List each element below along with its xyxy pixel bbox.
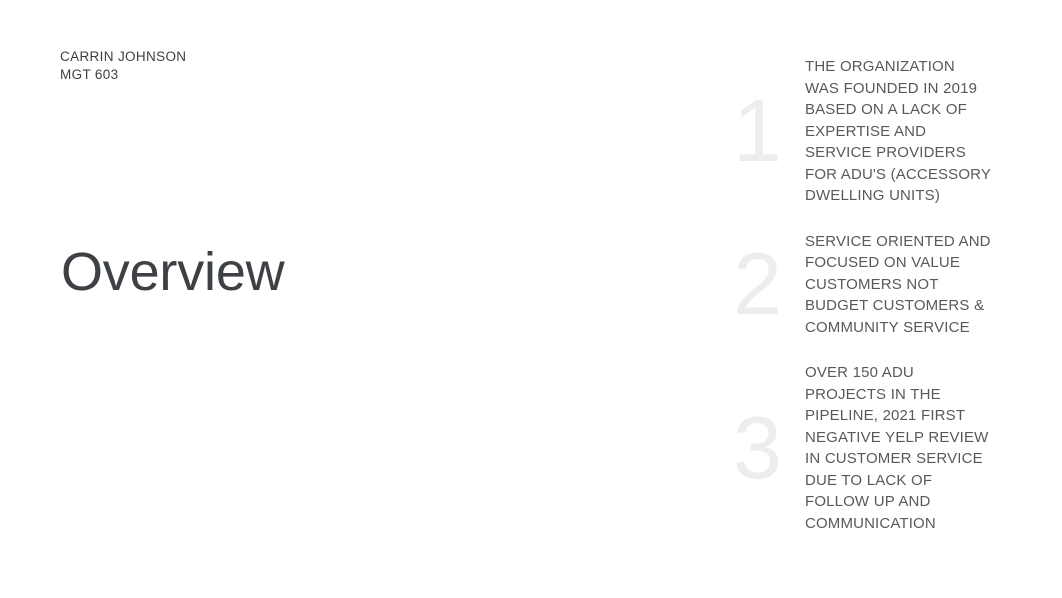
point-number-2: 2 — [733, 234, 782, 334]
point-number-3: 3 — [733, 398, 782, 497]
point-number-1: 1 — [733, 81, 782, 181]
byline-course-code: MGT 603 — [60, 66, 119, 82]
page-title: Overview — [61, 242, 285, 302]
slide-left-column: CARRIN JOHNSON MGT 603 Overview — [60, 48, 700, 548]
point-text-1: THE ORGANIZATION WAS FOUNDED IN 2019 BAS… — [805, 58, 991, 204]
author-byline: CARRIN JOHNSON MGT 603 — [60, 48, 460, 83]
presentation-slide: CARRIN JOHNSON MGT 603 Overview 1 THE OR… — [0, 0, 1062, 598]
list-item: 3 OVER 150 ADU PROJECTS IN THE PIPELINE,… — [733, 362, 1033, 534]
point-text-3: OVER 150 ADU PROJECTS IN THE PIPELINE, 2… — [805, 364, 989, 532]
byline-author-name: CARRIN JOHNSON — [60, 49, 187, 64]
list-item: 1 THE ORGANIZATION WAS FOUNDED IN 2019 B… — [733, 56, 1033, 207]
point-text-2: SERVICE ORIENTED AND FOCUSED ON VALUE CU… — [805, 232, 991, 336]
list-item: 2 SERVICE ORIENTED AND FOCUSED ON VALUE … — [733, 231, 1033, 339]
overview-points-list: 1 THE ORGANIZATION WAS FOUNDED IN 2019 B… — [733, 56, 1033, 534]
